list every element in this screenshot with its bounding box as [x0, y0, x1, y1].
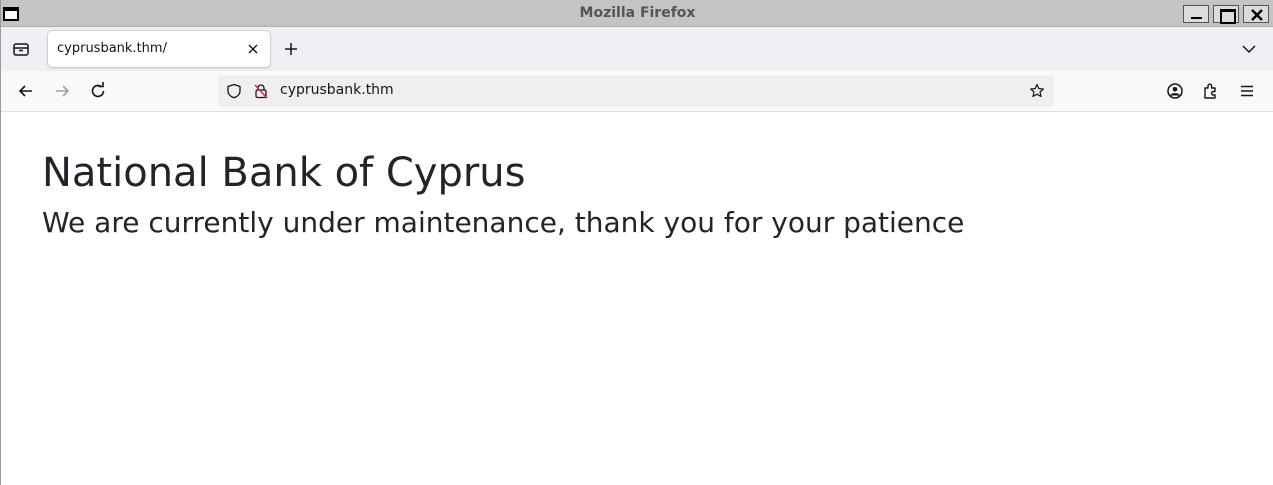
- page-title: National Bank of Cyprus: [42, 150, 526, 196]
- shield-icon: [227, 83, 241, 99]
- maintenance-message: We are currently under maintenance, than…: [42, 206, 965, 239]
- puzzle-icon: [1204, 83, 1216, 99]
- plus-icon: [285, 43, 297, 55]
- arrow-right-icon: [56, 85, 70, 97]
- tracking-protection-button[interactable]: [226, 83, 242, 99]
- reload-icon: [91, 82, 105, 98]
- browser-window: Mozilla Firefox cyprusbank.thm/ cyprusba…: [0, 0, 1273, 485]
- account-button[interactable]: [1165, 81, 1185, 101]
- tab-manager-icon: [13, 43, 29, 56]
- insecure-lock-icon: [254, 84, 268, 99]
- tab-close-button[interactable]: [246, 42, 260, 56]
- close-window-button[interactable]: [1243, 5, 1269, 23]
- reload-button[interactable]: [88, 81, 108, 101]
- account-icon: [1167, 83, 1183, 99]
- star-icon: [1030, 83, 1044, 98]
- forward-button[interactable]: [52, 81, 72, 101]
- window-title: Mozilla Firefox: [579, 5, 696, 21]
- navigation-toolbar: cyprusbank.thm: [1, 71, 1273, 112]
- arrow-left-icon: [18, 85, 32, 97]
- close-icon: [1251, 9, 1263, 21]
- maximize-button[interactable]: [1213, 5, 1239, 24]
- close-icon: [248, 44, 258, 54]
- bookmark-button[interactable]: [1029, 83, 1045, 99]
- site-security-button[interactable]: [253, 83, 269, 99]
- page-content: National Bank of Cyprus We are currently…: [1, 112, 1273, 485]
- url-bar[interactable]: cyprusbank.thm: [218, 75, 1054, 107]
- application-menu-button[interactable]: [1237, 81, 1257, 101]
- minimize-button[interactable]: [1183, 5, 1209, 23]
- list-all-tabs-button[interactable]: [1240, 40, 1258, 58]
- title-bar: Mozilla Firefox: [1, 0, 1273, 27]
- hamburger-icon: [1241, 85, 1253, 97]
- extensions-button[interactable]: [1201, 81, 1221, 101]
- back-button[interactable]: [16, 81, 36, 101]
- chevron-down-icon: [1242, 45, 1256, 54]
- tab-manager-button[interactable]: [11, 39, 31, 59]
- tab-cyprusbank[interactable]: cyprusbank.thm/: [48, 31, 270, 67]
- tab-strip: cyprusbank.thm/: [1, 27, 1273, 71]
- new-tab-button[interactable]: [282, 40, 300, 58]
- url-text[interactable]: cyprusbank.thm: [280, 82, 394, 98]
- tab-title: cyprusbank.thm/: [57, 41, 167, 56]
